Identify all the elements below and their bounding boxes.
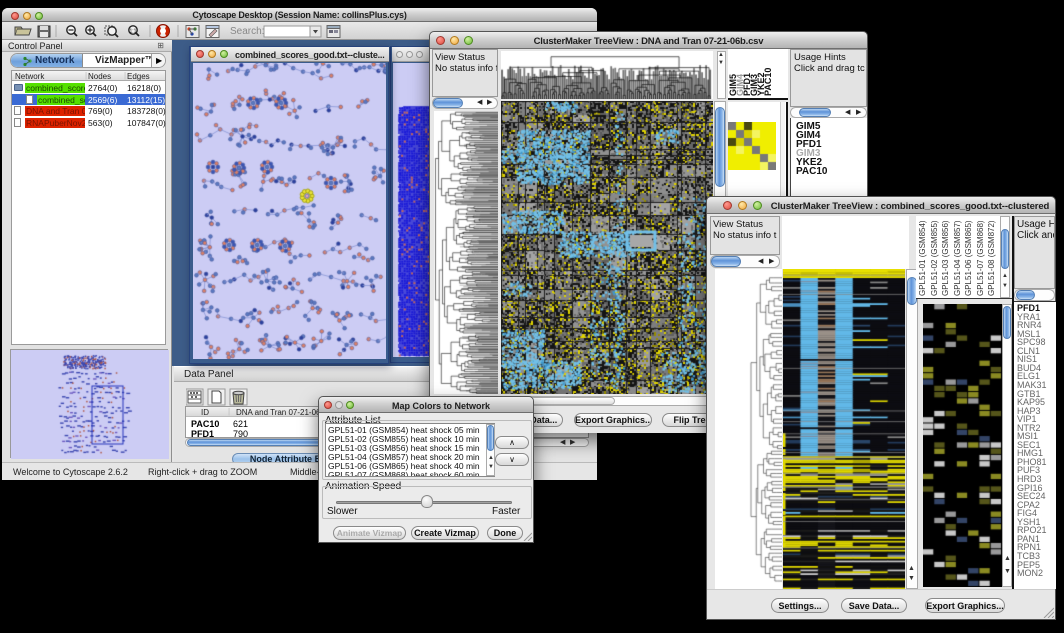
svg-text:1:1: 1:1: [130, 29, 137, 35]
svg-text:Search:: Search:: [230, 26, 264, 37]
